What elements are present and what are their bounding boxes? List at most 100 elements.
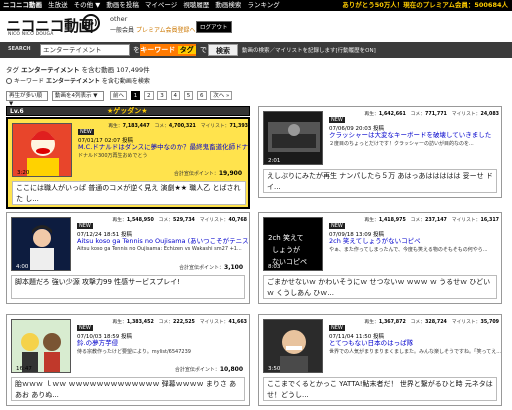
video-stats: 再生：1,548,950 コメ：529,734 マイリスト：40,768 bbox=[112, 218, 247, 223]
video-thumbnail[interactable]: 2ch 笑えて しょうが ないコピペ 8:03 bbox=[263, 217, 323, 271]
result-count: 107,499件 bbox=[116, 66, 150, 74]
nav-link-history[interactable]: 視聴履歴 bbox=[183, 1, 209, 9]
page-6[interactable]: 6 bbox=[197, 91, 207, 100]
new-comment-badge: NEW bbox=[77, 223, 93, 229]
membership-status: 一般会員 プレミアム会員登録へ bbox=[110, 25, 196, 34]
video-card[interactable]: 3:50 再生：1,367,872 コメ：328,724 マイリスト：35,70… bbox=[258, 314, 502, 406]
category-level: Lv.6 bbox=[10, 108, 24, 115]
video-stats: 再生：1,642,661 コメ：771,771 マイリスト：24,083 bbox=[364, 112, 499, 117]
nav-link-search[interactable]: 動画検索 bbox=[215, 1, 241, 9]
latest-comments: 胎ｗｗｗ ｌｗｗ ｗｗｗｗｗｗｗｗｗｗｗｗｗ 弾幕ｗｗｗｗ まりさ ああお あり… bbox=[11, 377, 245, 401]
search-type-toggle[interactable]: キーワード タグ bbox=[140, 44, 196, 56]
video-thumbnail[interactable]: 4:00 bbox=[11, 217, 71, 271]
tag-option[interactable]: タグ bbox=[177, 46, 196, 54]
site-header: ニコニコ動画 NICO NICO DOUGA (β) other 一般会員 プレ… bbox=[0, 11, 512, 37]
username: other bbox=[110, 15, 128, 23]
svg-text:しょうが: しょうが bbox=[272, 245, 300, 254]
video-card[interactable]: 4:00 再生：1,548,950 コメ：529,734 マイリスト：40,76… bbox=[6, 212, 250, 304]
premium-promo-text[interactable]: ありがとう50万人！現在のプレミアム会員：500684人 bbox=[342, 0, 508, 11]
search-button[interactable]: 検索 bbox=[208, 44, 238, 56]
latest-comments: ここまでくるとかっこ YATTA!鮎末者だ！ 世界と繋がるひと時 元ネタはせ！ど… bbox=[263, 377, 497, 401]
video-thumbnail[interactable]: 3:20 bbox=[12, 123, 72, 177]
video-title-link[interactable]: Aitsu koso ga Tennis no Oujisama (あいつこそが… bbox=[77, 237, 249, 245]
category-name[interactable]: ★ゲッダン★ bbox=[107, 107, 148, 116]
page-2[interactable]: 2 bbox=[144, 91, 154, 100]
video-description: やぁ、また作ってしまったんで、今度も笑える物のそもそもの何やら... bbox=[329, 247, 488, 253]
comment-count: 328,724 bbox=[425, 320, 447, 325]
video-card[interactable]: 2ch 笑えて しょうが ないコピペ 8:03 再生：1,418,975 コメ：… bbox=[258, 212, 502, 304]
page-5[interactable]: 5 bbox=[183, 91, 194, 100]
nav-link-other[interactable]: その他 ▼ bbox=[74, 1, 101, 9]
logout-button[interactable]: ログアウト bbox=[196, 21, 232, 33]
video-duration: 3:20 bbox=[17, 170, 30, 176]
points-value: 10,800 bbox=[219, 366, 243, 373]
search-particle-de: で bbox=[200, 46, 207, 54]
latest-comments: ここには職人がいっぱ 普通のコメが逆く見え 演劇★★ 職人乙 とばされた し..… bbox=[12, 181, 246, 205]
summary-prefix: タグ bbox=[6, 66, 19, 74]
sort-select[interactable]: 再生が多い順 ▼ bbox=[6, 91, 48, 107]
video-title-link[interactable]: M.C.ドナルドはダンスに夢中なのか？最終鬼畜道化師ドナルド・M bbox=[78, 143, 248, 151]
ad-points: 合計宣伝ポイント：3,100 bbox=[179, 264, 243, 271]
nav-link-mypage[interactable]: マイページ bbox=[145, 1, 177, 9]
video-stats: 再生：1,383,452 コメ：222,525 マイリスト：41,663 bbox=[112, 320, 247, 325]
video-stats: 再生：7,183,447 コメ：4,700,321 マイリスト：71,393 bbox=[108, 124, 248, 129]
video-duration: 16:47 bbox=[16, 366, 32, 372]
new-comment-badge: NEW bbox=[329, 325, 345, 331]
comment-count: 4,700,321 bbox=[168, 124, 196, 129]
view-count: 1,383,452 bbox=[126, 320, 154, 325]
page-1[interactable]: 1 bbox=[130, 91, 141, 100]
page-4[interactable]: 4 bbox=[170, 91, 181, 100]
view-count: 1,548,950 bbox=[126, 218, 154, 223]
video-title-link[interactable]: 2ch 笑えてしょうがないコピペ bbox=[329, 237, 501, 245]
view-count: 1,418,975 bbox=[378, 218, 406, 223]
mylist-count: 16,317 bbox=[480, 218, 499, 223]
page-prev[interactable]: 前へ bbox=[110, 91, 128, 100]
latest-comments: ごまかせないｗ かわいそうにｗ せつないｗ ｗｗｗ ｗ うるせｗ ひどいｗ くう… bbox=[263, 275, 497, 299]
comment-count: 529,734 bbox=[173, 218, 195, 223]
page-3[interactable]: 3 bbox=[157, 91, 167, 100]
video-title-link[interactable]: クラッシャーは大変なキーボードを破壊していきました bbox=[329, 131, 501, 139]
keyword-label: キーワード bbox=[14, 78, 45, 85]
video-card[interactable]: 2:01 再生：1,642,661 コメ：771,771 マイリスト：24,08… bbox=[258, 106, 502, 198]
layout-select[interactable]: 動画を4列表示 ▼ bbox=[52, 91, 104, 101]
nav-link-niconico[interactable]: ニコニコ動画 bbox=[3, 1, 42, 9]
video-thumbnail[interactable]: 2:01 bbox=[263, 111, 323, 165]
pagination: 前へ 1 2 3 4 5 6 次へ » bbox=[110, 91, 234, 100]
video-thumbnail[interactable]: 3:50 bbox=[263, 319, 323, 373]
video-title-link[interactable]: 鈴.の夢方芋侵 bbox=[77, 339, 249, 347]
video-description: ２度目のちょっとだけです！クラッシャーの訪いが目的なのを... bbox=[329, 141, 474, 147]
search-input[interactable]: エンターテイメント bbox=[40, 44, 130, 56]
video-thumbnail[interactable]: 16:47 bbox=[11, 319, 71, 373]
nav-link-ranking[interactable]: ランキング bbox=[248, 1, 280, 9]
video-duration: 3:50 bbox=[268, 366, 281, 372]
keyword-tag: エンターテイメント bbox=[45, 78, 100, 85]
mylist-count: 41,663 bbox=[228, 320, 247, 325]
mylist-count: 40,768 bbox=[228, 218, 247, 223]
keyword-suffix: を含む動画を検索 bbox=[101, 78, 150, 85]
result-summary: タグ エンターテイメント を含む動画 107,499件 bbox=[6, 64, 150, 74]
points-value: 3,100 bbox=[224, 264, 243, 271]
new-comment-badge: NEW bbox=[78, 129, 94, 135]
video-stats: 再生：1,418,975 コメ：237,147 マイリスト：16,317 bbox=[364, 218, 499, 223]
new-comment-badge: NEW bbox=[77, 325, 93, 331]
nav-link-live[interactable]: 生放送 bbox=[48, 1, 68, 9]
page-next[interactable]: 次へ » bbox=[210, 91, 233, 100]
mylist-count: 24,083 bbox=[480, 112, 499, 117]
keyword-search-link[interactable]: キーワード エンターテイメント を含む動画を検索 bbox=[6, 76, 150, 85]
keyword-option[interactable]: キーワード bbox=[140, 46, 175, 54]
search-particle-wo: を bbox=[133, 46, 140, 54]
search-history-note[interactable]: 動画の検索／マイリストを記録します[行動履歴をON] bbox=[242, 46, 376, 54]
video-title-link[interactable]: とてつもない日本のはっぱ隊 bbox=[329, 339, 501, 347]
premium-register-link[interactable]: プレミアム会員登録へ bbox=[136, 27, 196, 34]
summary-tag: エンターテイメント bbox=[21, 66, 80, 74]
summary-middle: を含む動画 bbox=[81, 66, 115, 74]
beta-badge: (β) bbox=[82, 14, 100, 32]
new-comment-badge: NEW bbox=[329, 117, 345, 123]
mylist-count: 71,393 bbox=[229, 124, 248, 129]
video-card[interactable]: 16:47 再生：1,383,452 コメ：222,525 マイリスト：41,6… bbox=[6, 314, 250, 406]
nav-link-upload[interactable]: 動画を投稿 bbox=[106, 1, 139, 9]
points-value: 19,900 bbox=[218, 170, 242, 177]
new-comment-badge: NEW bbox=[329, 223, 345, 229]
top-navigation-bar: ニコニコ動画 生放送 その他 ▼ 動画を投稿 マイページ 視聴履歴 動画検索 ラ… bbox=[0, 0, 512, 11]
video-card[interactable]: 3:20 再生：7,183,447 コメ：4,700,321 マイリスト：71,… bbox=[6, 117, 250, 209]
